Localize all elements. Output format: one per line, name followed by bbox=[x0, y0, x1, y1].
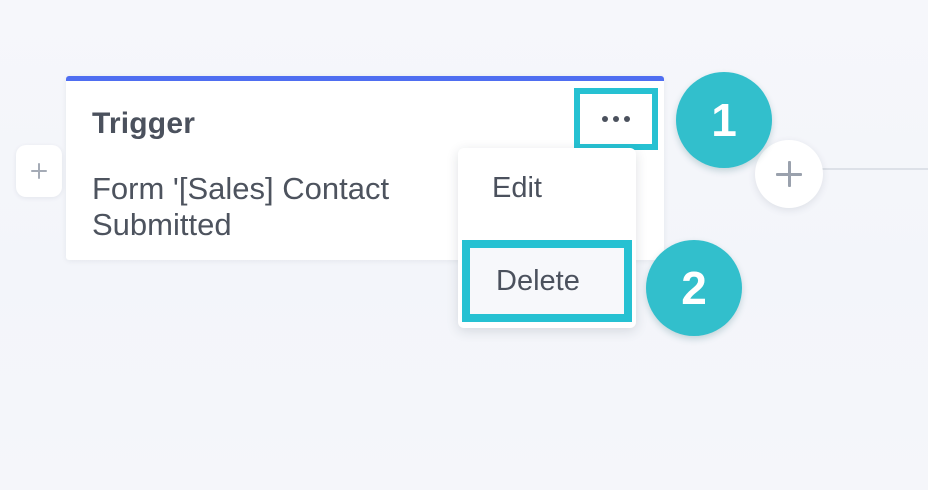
card-description-line-1: Form '[Sales] Contact bbox=[92, 171, 390, 206]
menu-item-delete[interactable]: Delete bbox=[462, 240, 632, 322]
card-title: Trigger bbox=[92, 107, 196, 140]
more-options-button[interactable] bbox=[574, 88, 658, 150]
plus-icon bbox=[776, 161, 802, 187]
card-actions-menu: Edit Delete bbox=[458, 148, 636, 328]
step-callout-1: 1 bbox=[676, 72, 772, 168]
plus-icon bbox=[31, 163, 47, 179]
card-description: Form '[Sales] Contact Submitted bbox=[92, 171, 472, 243]
card-description-line-2: Submitted bbox=[92, 207, 232, 242]
more-options-dots-icon bbox=[602, 116, 630, 122]
workflow-connector-line bbox=[820, 168, 928, 170]
menu-item-edit[interactable]: Edit bbox=[492, 172, 542, 205]
add-step-right-button[interactable] bbox=[755, 140, 823, 208]
add-step-left-button[interactable] bbox=[16, 145, 62, 197]
step-callout-2: 2 bbox=[646, 240, 742, 336]
